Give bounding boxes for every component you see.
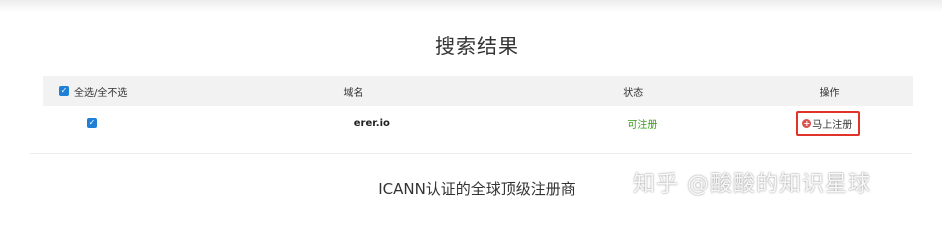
table-header: ✓ 全选/全不选 域名 状态 操作 (43, 76, 913, 106)
section-title: 搜索结果 (435, 34, 519, 58)
domain-name: erer.io (353, 117, 390, 129)
header-action: 操作 (819, 87, 840, 99)
register-now-button[interactable]: + 马上注册 (796, 110, 861, 136)
watermark: 知乎 @酸酸的知识星球 (633, 172, 871, 197)
select-all-label: 全选/全不选 (74, 87, 128, 99)
select-all-checkbox-icon[interactable]: ✓ (59, 86, 69, 96)
table-row: ✓ erer.io 可注册 + 马上注册 (43, 106, 913, 140)
top-shadow-band (0, 0, 942, 12)
divider (30, 153, 912, 154)
row-checkbox-icon[interactable]: ✓ (87, 118, 97, 128)
plus-icon: + (802, 118, 812, 128)
status-badge: 可注册 (627, 119, 658, 131)
select-all-toggle[interactable]: ✓ 全选/全不选 (43, 84, 187, 99)
register-now-label: 马上注册 (812, 119, 853, 131)
header-domain: 域名 (343, 87, 364, 99)
results-table: ✓ 全选/全不选 域名 状态 操作 ✓ erer.io 可注册 + 马上注册 (43, 76, 913, 140)
header-status: 状态 (623, 87, 644, 99)
